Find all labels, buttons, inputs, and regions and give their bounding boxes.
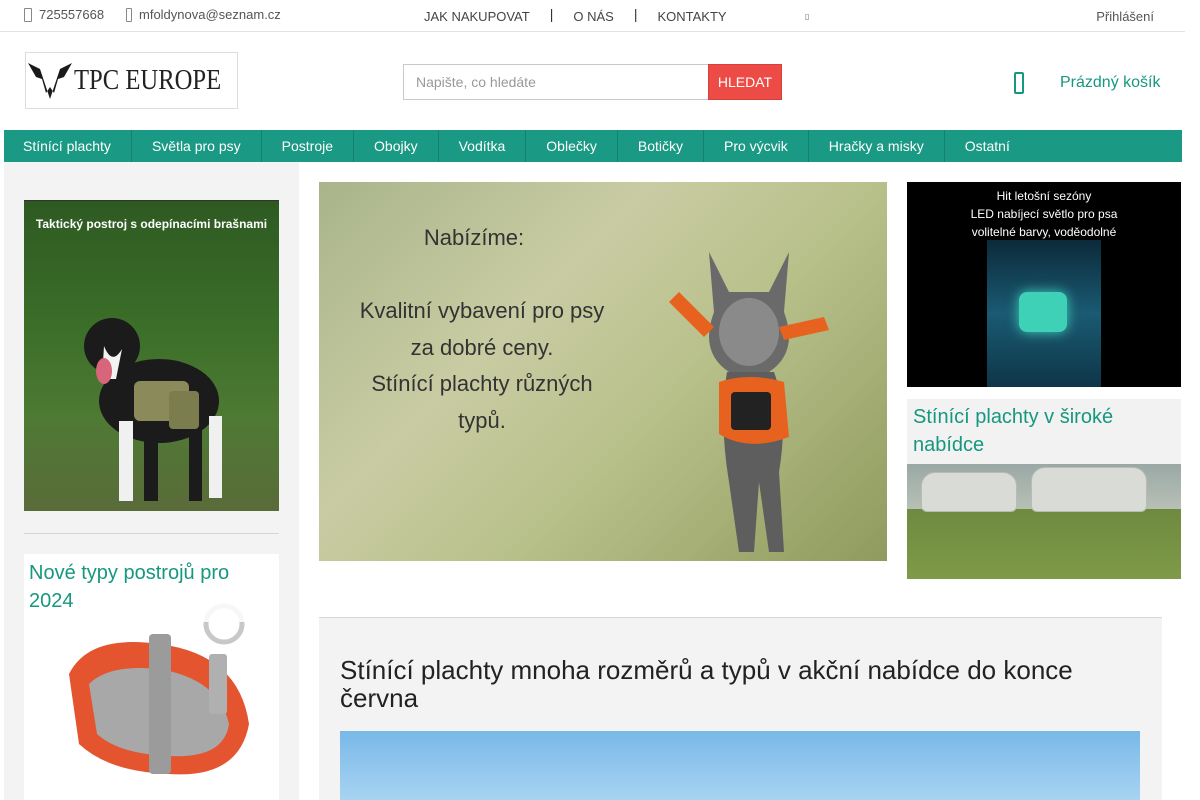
nav-item-pro-vycvik[interactable]: Pro výcvik — [704, 130, 809, 162]
link-jak-nakupovat[interactable]: JAK NAKUPOVAT — [424, 9, 530, 24]
divider: | — [549, 6, 554, 22]
harness-image — [69, 603, 249, 775]
banner-line4: Stínící plachty různých — [371, 371, 593, 396]
nav-item-hracky-a-misky[interactable]: Hračky a misky — [809, 130, 945, 162]
banner-line5: typů. — [458, 408, 506, 433]
promo-image[interactable]: Taktický postroj s odepínacími brašnami — [24, 201, 279, 511]
article-image[interactable] — [340, 731, 1140, 800]
nav-item-obojky[interactable]: Obojky — [354, 130, 439, 162]
dog-image — [669, 252, 829, 552]
promo-shade-sails[interactable]: Stínící plachty v široké nabídce — [907, 399, 1181, 579]
nav-item-stinici-plachty[interactable]: Stínící plachty — [4, 130, 132, 162]
divider — [24, 533, 279, 534]
article-title[interactable]: Stínící plachty mnoha rozměrů a typů v a… — [340, 656, 1140, 712]
ad-line2: LED nabíjecí světlo pro psa — [970, 207, 1118, 221]
article-section: Stínící plachty mnoha rozměrů a typů v a… — [319, 617, 1162, 800]
link-kontakty[interactable]: KONTAKTY — [657, 9, 726, 24]
sidebar-promo-new-harness[interactable]: Nové typy postrojů pro 2024 — [24, 554, 279, 800]
email-contact[interactable]: mfoldynova@seznam.cz — [126, 7, 281, 22]
nav-item-oblecky[interactable]: Oblečky — [526, 130, 618, 162]
login-link[interactable]: Přihlášení — [1096, 9, 1154, 24]
sidebar: Taktický postroj s odepínacími brašnami … — [4, 162, 299, 800]
phone-icon — [24, 7, 32, 22]
nav-item-boticky[interactable]: Botičky — [618, 130, 704, 162]
nav-item-postroje[interactable]: Postroje — [262, 130, 355, 162]
sidebar-promo-harness[interactable]: Taktický postroj s odepínacími brašnami — [24, 200, 279, 511]
search-input[interactable] — [403, 64, 708, 100]
divider: | — [633, 6, 638, 22]
dog-image — [84, 318, 222, 501]
mail-icon — [126, 7, 132, 22]
banner-line3: za dobré ceny. — [410, 335, 554, 360]
banner-line1: Nabízíme: — [423, 225, 525, 250]
logo[interactable]: TPC EUROPE — [25, 52, 238, 109]
link-o-nas[interactable]: O NÁS — [573, 9, 613, 24]
hero-banner[interactable]: Nabízíme: Kvalitní vybavení pro psy za d… — [319, 182, 887, 561]
cart-icon — [1014, 72, 1024, 94]
promo-title[interactable]: Nové typy postrojů pro 2024 — [24, 554, 279, 622]
nav-item-ostatni[interactable]: Ostatní — [945, 130, 1030, 162]
logo-mark-icon — [26, 53, 74, 108]
ad-text: Hit letošní sezóny LED nabíjecí světlo p… — [907, 187, 1181, 241]
cart[interactable]: Prázdný košík — [1014, 72, 1160, 94]
email-address[interactable]: mfoldynova@seznam.cz — [139, 7, 281, 22]
covered-car-image — [1031, 467, 1147, 512]
covered-car-image — [921, 472, 1017, 512]
top-bar: 725557668 mfoldynova@seznam.cz JAK NAKUP… — [0, 0, 1185, 32]
cart-label[interactable]: Prázdný košík — [1060, 74, 1160, 92]
nav-item-svetla-pro-psy[interactable]: Světla pro psy — [132, 130, 262, 162]
nav-item-voditka[interactable]: Vodítka — [439, 130, 527, 162]
search-button[interactable]: HLEDAT — [708, 64, 782, 100]
promo-led-light[interactable]: Hit letošní sezóny LED nabíjecí světlo p… — [907, 182, 1181, 387]
logo-text: TPC EUROPE — [74, 64, 222, 96]
phone-contact: 725557668 — [24, 7, 104, 22]
top-links: JAK NAKUPOVAT | O NÁS | KONTAKTY — [424, 6, 727, 24]
promo-caption: Taktický postroj s odepínacími brašnami — [35, 217, 268, 231]
promo-title[interactable]: Stínící plachty v široké nabídce — [907, 399, 1181, 464]
led-device-image — [1019, 292, 1067, 332]
search-form: HLEDAT — [403, 64, 782, 100]
phone-number: 725557668 — [39, 7, 105, 22]
grass-image — [907, 509, 1181, 579]
ad-line3: volitelné barvy, voděodolné — [971, 225, 1117, 239]
ad-line1: Hit letošní sezóny — [996, 189, 1092, 203]
main-nav: Stínící plachty Světla pro psy Postroje … — [4, 130, 1182, 162]
banner-line2: Kvalitní vybavení pro psy — [359, 298, 605, 323]
dropdown-icon[interactable]: ▯ — [805, 12, 809, 21]
